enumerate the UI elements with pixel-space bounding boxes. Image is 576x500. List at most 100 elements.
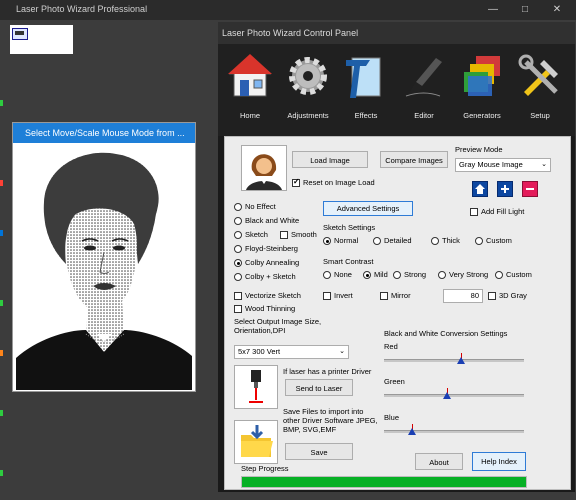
- toolbar-adjustments[interactable]: Adjustments: [280, 50, 336, 122]
- effect-colby-sketch-radio[interactable]: [234, 273, 242, 281]
- sketch-thick-radio[interactable]: [431, 237, 439, 245]
- gray-3d-label: 3D Gray: [499, 291, 527, 300]
- printer-driver-label: If laser has a printer Driver: [283, 367, 372, 376]
- control-panel-title: Laser Photo Wizard Control Panel: [218, 22, 575, 44]
- effect-floyd-steinberg-radio[interactable]: [234, 245, 242, 253]
- blue-slider[interactable]: [384, 424, 524, 440]
- reset-on-load-checkbox[interactable]: [292, 177, 300, 187]
- blue-slider-thumb[interactable]: [408, 428, 416, 435]
- effects-icon: [346, 57, 381, 98]
- step-progress-bar: [241, 476, 527, 488]
- slider-track: [384, 430, 524, 433]
- mirror-label: Mirror: [391, 291, 411, 300]
- vectorize-sketch-checkbox[interactable]: [234, 292, 242, 300]
- about-button[interactable]: About: [415, 453, 463, 470]
- chevron-down-icon: ⌄: [339, 348, 345, 355]
- save-files-label: Save Files to import into other Driver S…: [283, 407, 378, 434]
- color-strip-segment: [0, 350, 3, 356]
- person-avatar-icon: [241, 145, 287, 191]
- send-to-laser-button[interactable]: Send to Laser: [285, 379, 353, 396]
- toolbar-generators[interactable]: Generators: [454, 50, 510, 122]
- zoom-in-icon[interactable]: [497, 181, 513, 197]
- sketch-settings-label: Sketch Settings: [323, 223, 376, 232]
- contrast-none-label: None: [334, 270, 352, 279]
- invert-label: Invert: [334, 291, 353, 300]
- effect-sketch-radio[interactable]: [234, 231, 242, 239]
- green-slider-thumb[interactable]: [443, 392, 451, 399]
- toolbar-setup[interactable]: Setup: [512, 50, 568, 122]
- sketch-normal-label: Normal: [334, 236, 359, 245]
- gray-value-input[interactable]: 80: [443, 289, 483, 303]
- contrast-none-radio[interactable]: [323, 271, 331, 279]
- add-fill-light-checkbox[interactable]: [470, 208, 478, 216]
- red-slider-thumb[interactable]: [457, 357, 465, 364]
- title-bar: Laser Photo Wizard Professional — □ ✕: [0, 0, 576, 20]
- sketch-detailed-radio[interactable]: [373, 237, 381, 245]
- close-button[interactable]: ✕: [542, 2, 572, 18]
- invert-checkbox[interactable]: [323, 292, 331, 300]
- effect-black-white-radio[interactable]: [234, 217, 242, 225]
- gear-icon: [289, 57, 327, 95]
- effect-colby-annealing-radio[interactable]: [234, 259, 242, 267]
- tools-icon: [518, 54, 558, 96]
- image-panel: Select Move/Scale Mouse Mode from ...: [12, 122, 196, 392]
- color-strip-segment: [0, 470, 3, 476]
- portrait-image[interactable]: [16, 144, 192, 390]
- toolbar-effects-label: Effects: [354, 111, 378, 120]
- effect-no-effect-label: No Effect: [245, 202, 276, 211]
- minimize-button[interactable]: —: [478, 2, 508, 18]
- slider-track: [384, 394, 524, 397]
- contrast-mild-label: Mild: [374, 270, 388, 279]
- advanced-settings-button[interactable]: Advanced Settings: [323, 201, 413, 216]
- sketch-custom-radio[interactable]: [475, 237, 483, 245]
- settings-panel: Load Image Compare Images Reset on Image…: [224, 136, 571, 490]
- contrast-mild-radio[interactable]: [363, 271, 371, 279]
- contrast-very-strong-label: Very Strong: [449, 270, 489, 279]
- vectorize-sketch-label: Vectorize Sketch: [245, 291, 301, 300]
- sketch-normal-radio[interactable]: [323, 237, 331, 245]
- toolbar-effects[interactable]: Effects: [338, 50, 394, 122]
- contrast-very-strong-radio[interactable]: [438, 271, 446, 279]
- sketch-thick-label: Thick: [442, 236, 460, 245]
- home-zoom-icon[interactable]: [472, 181, 488, 197]
- toolbar-editor[interactable]: Editor: [396, 50, 452, 122]
- reset-on-load-label: Reset on Image Load: [303, 178, 375, 187]
- green-slider[interactable]: [384, 388, 524, 404]
- color-strip-segment: [0, 100, 3, 106]
- color-strip-segment: [0, 300, 3, 306]
- green-channel-label: Green: [384, 377, 405, 386]
- gray-3d-checkbox[interactable]: [488, 292, 496, 300]
- blue-channel-label: Blue: [384, 413, 400, 422]
- effect-colby-annealing-label: Colby Annealing: [245, 258, 300, 267]
- effect-no-effect-radio[interactable]: [234, 203, 242, 211]
- contrast-custom-radio[interactable]: [495, 271, 503, 279]
- mirror-checkbox[interactable]: [380, 292, 388, 300]
- laser-icon: [234, 365, 278, 409]
- slider-track: [384, 359, 524, 362]
- layers-icon: [464, 56, 500, 96]
- load-image-button[interactable]: Load Image: [292, 151, 368, 168]
- color-strip-segment: [0, 230, 3, 236]
- help-index-button[interactable]: Help Index: [472, 452, 526, 471]
- effect-floyd-steinberg-label: Floyd-Steinberg: [245, 244, 298, 253]
- maximize-button[interactable]: □: [510, 2, 540, 18]
- thumbnail-preview[interactable]: [10, 25, 73, 54]
- house-icon: [228, 54, 272, 97]
- wood-thinning-checkbox[interactable]: [234, 305, 242, 313]
- sketch-detailed-label: Detailed: [384, 236, 412, 245]
- toolbar-home[interactable]: Home: [222, 50, 278, 122]
- preview-mode-select[interactable]: Gray Mouse Image ⌄: [455, 158, 551, 172]
- step-progress-label: Step Progress: [241, 464, 289, 473]
- save-button[interactable]: Save: [285, 443, 353, 460]
- compare-images-button[interactable]: Compare Images: [380, 151, 448, 168]
- control-panel: Laser Photo Wizard Control Panel Home Ad…: [218, 22, 575, 492]
- smooth-checkbox[interactable]: [280, 231, 288, 239]
- toolbar-home-label: Home: [239, 111, 260, 120]
- contrast-strong-radio[interactable]: [393, 271, 401, 279]
- output-size-select[interactable]: 5x7 300 Vert ⌄: [234, 345, 349, 359]
- red-slider[interactable]: [384, 353, 524, 369]
- sketch-custom-label: Custom: [486, 236, 512, 245]
- zoom-out-icon[interactable]: [522, 181, 538, 197]
- chevron-down-icon: ⌄: [541, 161, 547, 168]
- folder-icon: [234, 420, 278, 464]
